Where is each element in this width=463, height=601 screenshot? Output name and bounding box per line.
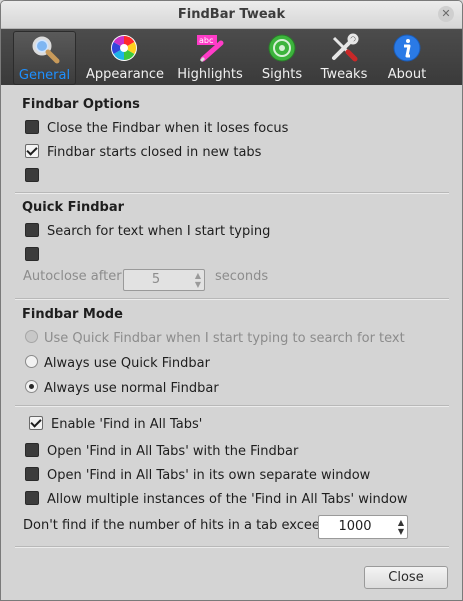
spinner-down-icon[interactable]: ▼ <box>195 281 201 289</box>
tab-sights[interactable]: Sights <box>257 31 307 85</box>
general-pane: Findbar Options Close the Findbar when i… <box>1 85 462 600</box>
window-title: FindBar Tweak <box>177 7 286 22</box>
enable-find-all-tabs-option[interactable]: Enable 'Find in All Tabs' <box>29 416 202 434</box>
magnifier-icon <box>32 36 59 64</box>
spinner-up-icon[interactable]: ▲ <box>398 519 404 527</box>
divider <box>15 546 449 548</box>
open-with-findbar-option[interactable]: Open 'Find in All Tabs' with the Findbar <box>25 443 298 461</box>
enable-find-all-tabs-label: Enable 'Find in All Tabs' <box>51 417 203 432</box>
preferences-window: FindBar Tweak ✕ General Appearance abc H… <box>0 0 463 601</box>
findbar-option-3-checkbox[interactable] <box>25 168 39 182</box>
close-on-focus-loss-label: Close the Findbar when it loses focus <box>47 121 289 136</box>
divider <box>15 298 449 300</box>
allow-multiple-instances-label: Allow multiple instances of the 'Find in… <box>47 492 408 507</box>
quick-findbar-option-2-checkbox[interactable] <box>25 247 39 261</box>
tab-about[interactable]: About <box>382 31 432 85</box>
autoclose-value: 5 <box>151 272 161 287</box>
spinner-down-icon[interactable]: ▼ <box>398 528 404 536</box>
search-when-typing-option[interactable]: Search for text when I start typing <box>25 223 270 241</box>
open-with-findbar-label: Open 'Find in All Tabs' with the Findbar <box>47 444 299 459</box>
findbar-options-heading: Findbar Options <box>22 97 140 112</box>
mode-option-quick-when-typing[interactable]: Use Quick Findbar when I start typing to… <box>25 330 405 348</box>
allow-multiple-instances-option[interactable]: Allow multiple instances of the 'Find in… <box>25 491 408 509</box>
close-button[interactable]: Close <box>364 566 448 589</box>
sights-icon <box>268 34 296 62</box>
color-wheel-icon <box>111 35 137 61</box>
mode-option-always-quick[interactable]: Always use Quick Findbar <box>25 355 210 373</box>
title-bar: FindBar Tweak ✕ <box>1 1 462 29</box>
tab-about-label: About <box>387 67 427 82</box>
autoclose-unit: seconds <box>215 269 269 284</box>
starts-closed-option[interactable]: Findbar starts closed in new tabs <box>25 144 261 162</box>
mode-radio-always-normal[interactable] <box>25 380 38 393</box>
quick-findbar-option-2[interactable] <box>25 247 47 265</box>
tab-sights-label: Sights <box>261 67 303 82</box>
tab-general-label: General <box>18 68 71 83</box>
open-with-findbar-checkbox[interactable] <box>25 443 39 457</box>
open-separate-window-checkbox[interactable] <box>25 467 39 481</box>
mode-radio-quick-when-typing[interactable] <box>25 330 38 343</box>
quick-findbar-heading: Quick Findbar <box>22 200 125 215</box>
search-when-typing-label: Search for text when I start typing <box>47 224 271 239</box>
tab-tweaks[interactable]: Tweaks <box>318 31 370 85</box>
hits-limit-spinner[interactable]: 1000 ▲ ▼ <box>318 515 408 539</box>
findbar-mode-heading: Findbar Mode <box>22 307 123 322</box>
info-icon <box>393 34 421 62</box>
allow-multiple-instances-checkbox[interactable] <box>25 491 39 505</box>
divider <box>15 405 449 407</box>
open-separate-window-label: Open 'Find in All Tabs' in its own separ… <box>47 468 371 483</box>
mode-option-always-normal-label: Always use normal Findbar <box>44 381 219 396</box>
tab-highlights-label: Highlights <box>177 67 243 82</box>
spinner-up-icon[interactable]: ▲ <box>195 272 201 280</box>
mode-option-quick-when-typing-label: Use Quick Findbar when I start typing to… <box>44 331 405 346</box>
window-close-icon[interactable]: ✕ <box>438 6 454 22</box>
pane-toolbar: General Appearance abc Highlights Sights… <box>1 29 462 85</box>
tab-highlights[interactable]: abc Highlights <box>175 31 245 85</box>
starts-closed-label: Findbar starts closed in new tabs <box>47 145 262 160</box>
mode-radio-always-quick[interactable] <box>25 355 38 368</box>
open-separate-window-option[interactable]: Open 'Find in All Tabs' in its own separ… <box>25 467 370 485</box>
tools-icon <box>332 33 359 62</box>
highlight-badge-text: abc <box>199 36 213 45</box>
hits-limit-value: 1000 <box>338 519 372 534</box>
tab-appearance[interactable]: Appearance <box>86 31 165 85</box>
highlighter-icon: abc <box>197 35 224 63</box>
divider <box>15 192 449 194</box>
close-on-focus-loss-option[interactable]: Close the Findbar when it loses focus <box>25 120 288 138</box>
autoclose-label: Autoclose after <box>23 269 122 284</box>
findbar-option-3[interactable] <box>25 168 47 186</box>
tab-appearance-label: Appearance <box>86 67 165 82</box>
enable-find-all-tabs-checkbox[interactable] <box>29 416 43 430</box>
tab-general[interactable]: General <box>13 31 76 85</box>
starts-closed-checkbox[interactable] <box>25 144 39 158</box>
tab-tweaks-label: Tweaks <box>320 67 368 82</box>
hits-limit-label: Don't find if the number of hits in a ta… <box>23 518 340 533</box>
close-on-focus-loss-checkbox[interactable] <box>25 120 39 134</box>
mode-option-always-quick-label: Always use Quick Findbar <box>44 356 210 371</box>
autoclose-seconds-spinner[interactable]: 5 ▲ ▼ <box>123 269 205 291</box>
search-when-typing-checkbox[interactable] <box>25 223 39 237</box>
mode-option-always-normal[interactable]: Always use normal Findbar <box>25 380 219 398</box>
